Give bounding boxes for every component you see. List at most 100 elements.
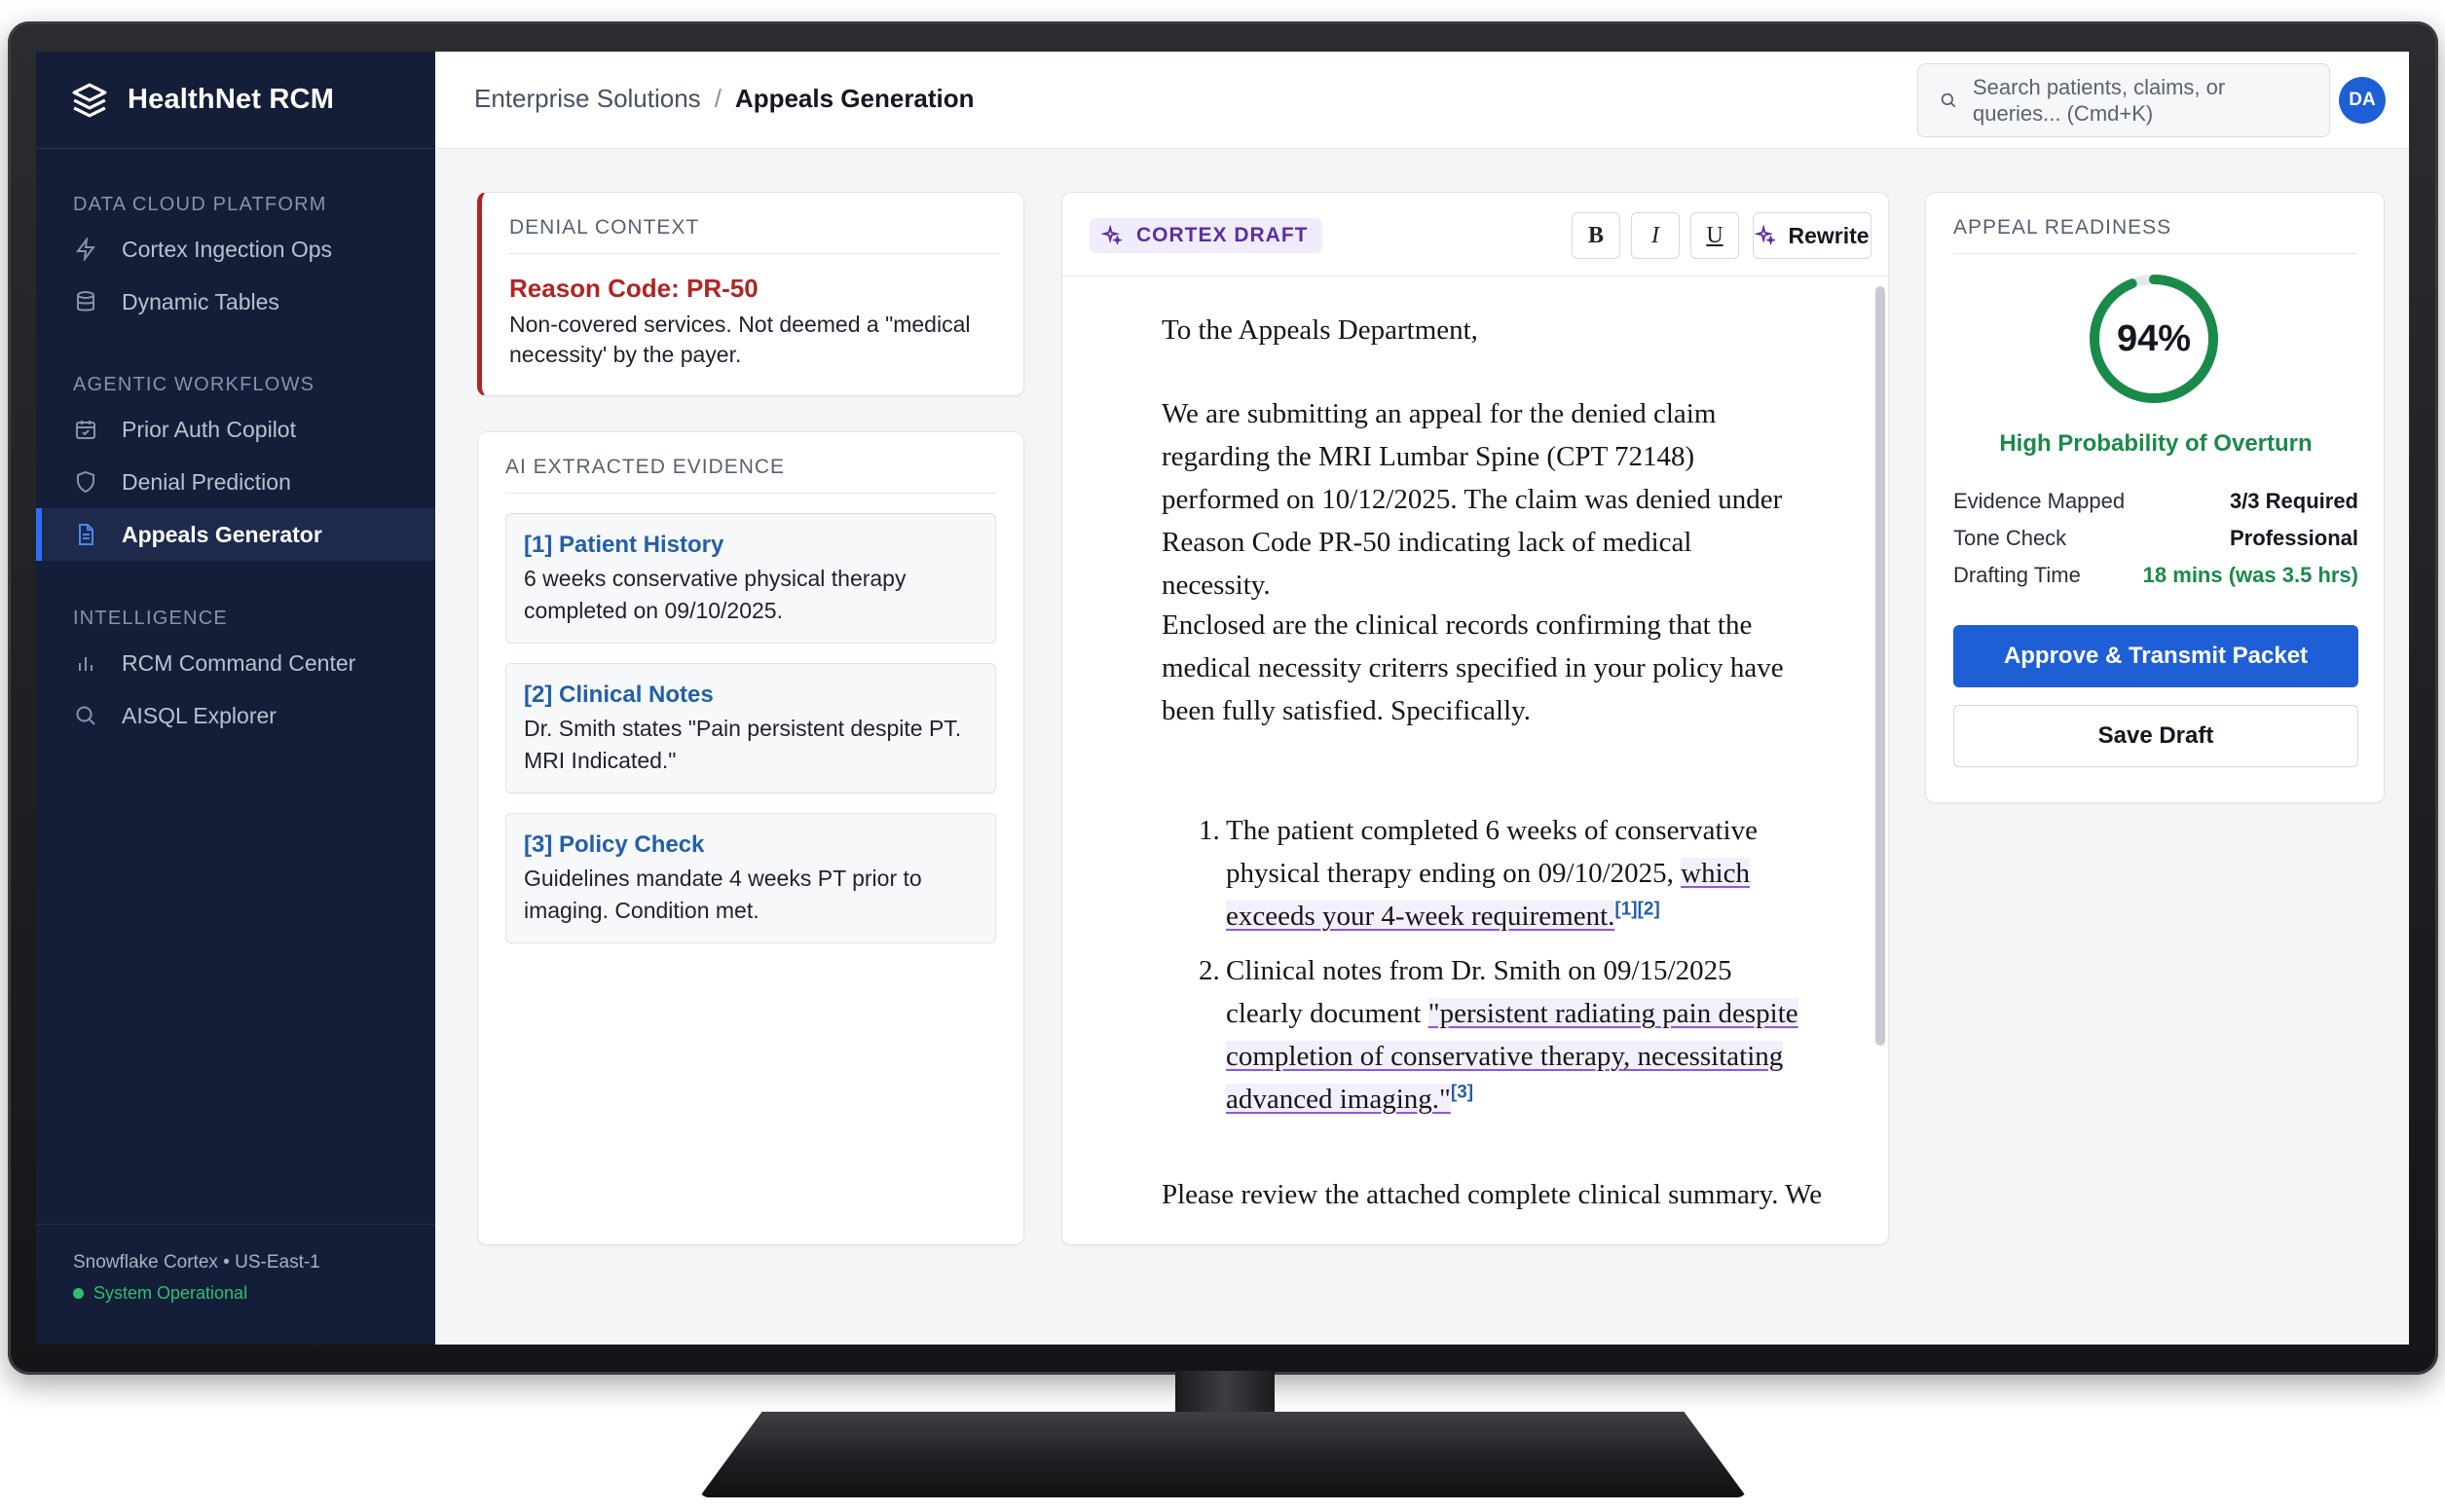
- sidebar-item-label: Denial Prediction: [122, 468, 291, 495]
- sidebar-item-label: AISQL Explorer: [122, 702, 277, 728]
- metric-row: Drafting Time 18 mins (was 3.5 hrs): [1953, 557, 2358, 594]
- sidebar-item-denial-prediction[interactable]: Denial Prediction: [36, 456, 435, 508]
- sparkle-icon: [1755, 225, 1777, 246]
- database-icon: [73, 289, 98, 314]
- breadcrumb: Enterprise Solutions / Appeals Generatio…: [474, 84, 975, 114]
- cortex-draft-chip: CORTEX DRAFT: [1090, 218, 1322, 253]
- metric-row: Evidence Mapped 3/3 Required: [1953, 483, 2358, 520]
- sidebar-footer: Snowflake Cortex • US-East-1 System Oper…: [36, 1224, 435, 1345]
- evidence-item[interactable]: [1] Patient History 6 weeks conservative…: [505, 513, 996, 644]
- sidebar-item-label: Cortex Ingection Ops: [122, 236, 333, 262]
- evidence-body: 6 weeks conservative physical therapy co…: [524, 566, 907, 623]
- salutation: To the Appeals Department,: [1162, 314, 1478, 346]
- appeal-readiness-card: APPEAL READINESS 94% High Probability of…: [1925, 192, 2385, 803]
- editor-scrollbar-thumb[interactable]: [1875, 286, 1885, 1046]
- nav-section-agentic-workflows: AGENTIC WORKFLOWS Prior Auth Copilot Den…: [36, 368, 435, 561]
- sidebar-item-cortex-ingection-ops[interactable]: Cortex Ingection Ops: [36, 223, 435, 276]
- breadcrumb-parent[interactable]: Enterprise Solutions: [474, 84, 701, 114]
- citation-link[interactable]: [3]: [1451, 1082, 1473, 1102]
- nav-section-data-cloud: DATA CLOUD PLATFORM Cortex Ingection Ops…: [36, 188, 435, 328]
- nav-section-intelligence: INTELLIGENCE RCM Command Center AISQL Ex…: [36, 602, 435, 742]
- metric-value: 18 mins (was 3.5 hrs): [2142, 563, 2358, 587]
- draft-paragraph: Please review the attached complete clin…: [1162, 1179, 1823, 1210]
- overturn-probability: High Probability of Overturn: [1999, 430, 2313, 457]
- nav-section-title: DATA CLOUD PLATFORM: [73, 194, 327, 215]
- evidence-body: Dr. Smith states "Pain persistent despit…: [524, 716, 962, 773]
- document-icon: [73, 522, 98, 547]
- sidebar: HealthNet RCM DATA CLOUD PLATFORM Cortex…: [36, 52, 435, 1345]
- shield-icon: [73, 469, 98, 495]
- screen: HealthNet RCM DATA CLOUD PLATFORM Cortex…: [36, 52, 2409, 1345]
- bar-chart-icon: [73, 650, 98, 676]
- sidebar-item-aisql-explorer[interactable]: AISQL Explorer: [36, 689, 435, 742]
- metric-key: Evidence Mapped: [1953, 489, 2126, 513]
- readiness-score: 94%: [2116, 317, 2192, 359]
- search-icon: [73, 703, 98, 728]
- evidence-body: Guidelines mandate 4 weeks PT prior to i…: [524, 866, 922, 923]
- metric-key: Drafting Time: [1953, 563, 2081, 587]
- sidebar-item-appeals-generator[interactable]: Appeals Generator: [36, 508, 435, 561]
- denial-context-title: DENIAL CONTEXT: [509, 216, 1000, 254]
- evidence-heading: [1] Patient History: [524, 532, 724, 558]
- list-text-plain: The patient completed 6 weeks of conserv…: [1226, 815, 1758, 889]
- sparkle-icon: [1101, 225, 1123, 246]
- rewrite-label: Rewrite: [1788, 222, 1870, 248]
- sidebar-item-label: Appeals Generator: [122, 521, 322, 547]
- citation-link[interactable]: [1][2]: [1614, 899, 1659, 919]
- brand[interactable]: HealthNet RCM: [36, 52, 435, 149]
- draft-paragraph: We are submitting an appeal for the deni…: [1162, 398, 1783, 601]
- evidence-item[interactable]: [2] Clinical Notes Dr. Smith states "Pai…: [505, 663, 996, 793]
- sidebar-item-label: RCM Command Center: [122, 649, 356, 676]
- bold-button[interactable]: B: [1572, 212, 1620, 259]
- sidebar-item-label: Dynamic Tables: [122, 288, 279, 314]
- italic-button[interactable]: I: [1631, 212, 1680, 259]
- avatar[interactable]: DA: [2339, 77, 2386, 124]
- sidebar-item-dynamic-tables[interactable]: Dynamic Tables: [36, 276, 435, 328]
- draft-paragraph: Enclosed are the clinical records confir…: [1162, 609, 1784, 726]
- region-label: Snowflake Cortex • US-East-1: [73, 1252, 320, 1272]
- evidence-item[interactable]: [3] Policy Check Guidelines mandate 4 we…: [505, 813, 996, 943]
- extracted-evidence-card: AI EXTRACTED EVIDENCE [1] Patient Histor…: [477, 431, 1024, 1245]
- monitor-stand: [699, 1412, 1747, 1497]
- readiness-metrics: Evidence Mapped 3/3 Required Tone Check …: [1953, 483, 2358, 594]
- search-icon: [1941, 92, 1956, 108]
- bolt-icon: [73, 237, 98, 262]
- breadcrumb-current: Appeals Generation: [734, 84, 975, 113]
- nav-section-title: INTELLIGENCE: [73, 608, 228, 629]
- app-name: HealthNet RCM: [128, 84, 335, 115]
- list-text: Clinical notes from Dr. Smith on 09/15/2…: [1226, 949, 1800, 1121]
- draft-text-area[interactable]: To the Appeals Department, We are submit…: [1062, 277, 1871, 1244]
- readiness-title: APPEAL READINESS: [1953, 216, 2356, 254]
- layers-logo-icon: [72, 83, 107, 117]
- rewrite-button[interactable]: Rewrite: [1753, 212, 1871, 259]
- underline-button[interactable]: U: [1690, 212, 1739, 259]
- list-number: 2.: [1199, 955, 1220, 986]
- evidence-heading: [2] Clinical Notes: [524, 682, 714, 708]
- breadcrumb-separator: /: [714, 84, 722, 113]
- status-dot-icon: [73, 1288, 84, 1299]
- calendar-check-icon: [73, 417, 98, 442]
- approve-transmit-button[interactable]: Approve & Transmit Packet: [1953, 625, 2358, 687]
- nav-section-title: AGENTIC WORKFLOWS: [73, 374, 315, 395]
- search-input[interactable]: Search patients, claims, or queries... (…: [1917, 63, 2330, 137]
- list-text: The patient completed 6 weeks of conserv…: [1226, 809, 1786, 938]
- cortex-draft-label: CORTEX DRAFT: [1136, 224, 1309, 246]
- denial-description: Non-covered services. Not deemed a "medi…: [509, 312, 971, 367]
- sidebar-item-rcm-command-center[interactable]: RCM Command Center: [36, 637, 435, 689]
- save-draft-button[interactable]: Save Draft: [1953, 705, 2358, 767]
- search-placeholder: Search patients, claims, or queries... (…: [1973, 75, 2226, 126]
- cortex-draft-editor: CORTEX DRAFT B I U Rewrite To the Appeal…: [1061, 192, 1889, 1245]
- evidence-heading: [3] Policy Check: [524, 831, 705, 858]
- metric-value: 3/3 Required: [2229, 489, 2358, 513]
- sidebar-item-label: Prior Auth Copilot: [122, 416, 296, 442]
- reason-code: Reason Code: PR-50: [509, 274, 759, 303]
- denial-context-card: DENIAL CONTEXT Reason Code: PR-50 Non-co…: [477, 192, 1024, 396]
- list-number: 1.: [1199, 815, 1220, 846]
- editor-toolbar: CORTEX DRAFT B I U Rewrite: [1062, 193, 1888, 277]
- system-status-label: System Operational: [93, 1283, 248, 1303]
- metric-value: Professional: [2229, 526, 2358, 550]
- sidebar-item-prior-auth-copilot[interactable]: Prior Auth Copilot: [36, 403, 435, 456]
- evidence-title: AI EXTRACTED EVIDENCE: [505, 456, 996, 494]
- system-status: System Operational: [73, 1283, 435, 1304]
- metric-key: Tone Check: [1953, 526, 2067, 550]
